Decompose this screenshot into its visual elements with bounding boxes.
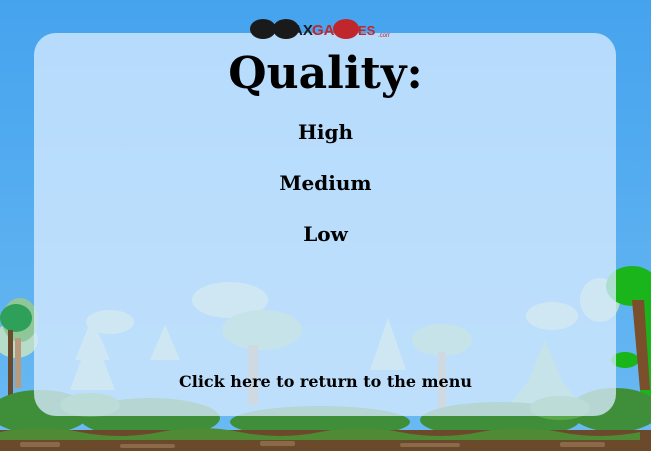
quality-title: Quality: <box>228 48 423 99</box>
svg-text:GA: GA <box>312 22 335 39</box>
return-to-menu-button[interactable]: Click here to return to the menu <box>0 371 651 393</box>
quality-option-low[interactable]: Low <box>0 221 651 247</box>
quality-option-medium[interactable]: Medium <box>0 170 651 196</box>
svg-text:.com: .com <box>378 33 390 39</box>
svg-text:AX: AX <box>292 22 313 39</box>
svg-text:ES: ES <box>358 23 376 38</box>
maxgames-logo: AX GA ES .com <box>250 19 390 39</box>
quality-option-high[interactable]: High <box>0 119 651 145</box>
game-screen: AX GA ES .com Quality: High Medium Low C… <box>0 0 651 451</box>
